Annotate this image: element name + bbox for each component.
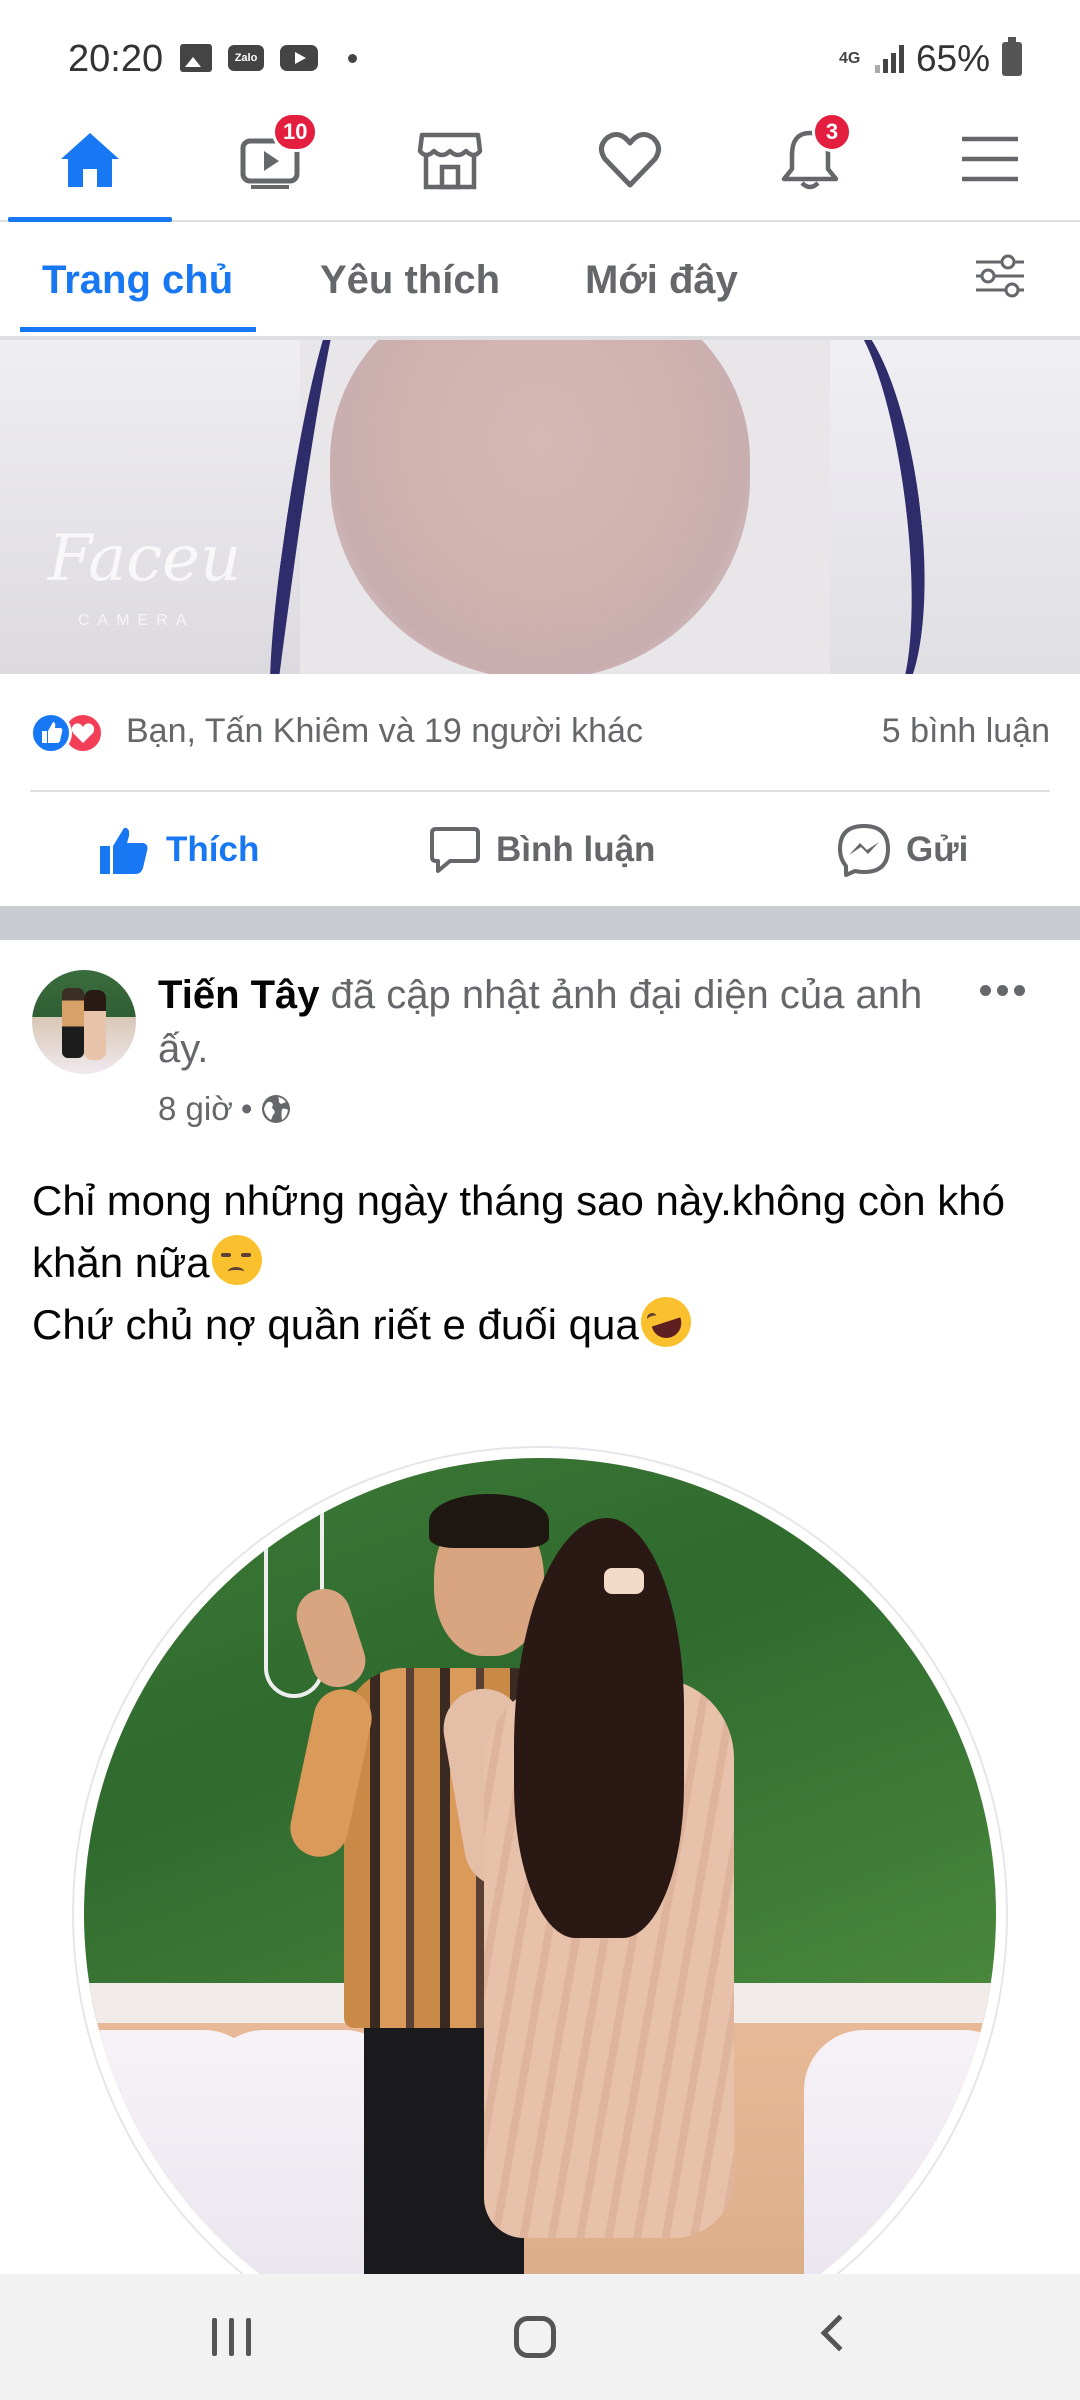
- post-body-line-2: Chứ chủ nợ quần riết e đuối qua: [32, 1301, 639, 1348]
- faceu-watermark-sub: CAMERA: [78, 612, 195, 629]
- system-nav-bar: [0, 2274, 1080, 2400]
- like-label: Thích: [166, 830, 260, 869]
- feed-separator: [0, 906, 1080, 940]
- home-button-icon[interactable]: [514, 2316, 556, 2358]
- home-icon: [61, 133, 119, 187]
- status-right: 4G 65%: [838, 37, 1022, 80]
- avatar-figure-woman: [84, 990, 106, 1060]
- post-body-line-1: Chỉ mong những ngày tháng sao này.không …: [32, 1177, 1006, 1286]
- avatar-figure-man: [62, 988, 84, 1058]
- notifications-badge: 3: [812, 112, 852, 152]
- post-meta: 8 giờ •: [158, 1090, 292, 1128]
- meta-separator: •: [240, 1090, 253, 1127]
- battery-icon: [1002, 37, 1022, 76]
- tab-home[interactable]: Trang chủ: [42, 258, 233, 303]
- recents-icon[interactable]: [212, 2318, 251, 2356]
- back-icon[interactable]: [820, 2314, 858, 2352]
- nav-watch[interactable]: 10: [180, 98, 360, 220]
- sad-face-emoji: [211, 1235, 262, 1285]
- nav-dating[interactable]: [540, 98, 720, 220]
- feed-tabs: Trang chủ Yêu thích Mới đây: [0, 222, 1080, 340]
- like-button[interactable]: Thích: [96, 818, 259, 882]
- network-type: 4G: [838, 50, 861, 67]
- nav-menu[interactable]: [900, 98, 1080, 220]
- reactions-text: Bạn, Tấn Khiêm và 19 người khác: [126, 712, 643, 750]
- more-notifications-dot-icon: [348, 53, 357, 63]
- messenger-icon: [838, 824, 890, 877]
- status-time: 20:20: [68, 38, 164, 80]
- store-icon: [417, 132, 483, 190]
- faceu-watermark: Faceu: [48, 522, 242, 596]
- post-actions: Thích Bình luận Gửi: [0, 800, 1080, 900]
- avatar[interactable]: [32, 970, 136, 1074]
- comment-button[interactable]: Bình luận: [428, 818, 655, 882]
- watch-badge: 10: [272, 112, 319, 152]
- post-time[interactable]: 8 giờ: [158, 1090, 233, 1128]
- previous-post-photo[interactable]: Faceu CAMERA: [0, 340, 1080, 674]
- photo-hair-clip: [604, 1568, 644, 1594]
- post-header: Tiến Tây đã cập nhật ảnh đại diện của an…: [158, 968, 948, 1076]
- like-reaction-icon: [30, 712, 72, 754]
- tab-favorites[interactable]: Yêu thích: [320, 258, 500, 303]
- gallery-icon: [180, 44, 212, 72]
- comment-icon: [430, 827, 480, 873]
- reactions-summary[interactable]: Bạn, Tấn Khiêm và 19 người khác 5 bình l…: [30, 704, 1050, 760]
- comments-count[interactable]: 5 bình luận: [882, 712, 1050, 751]
- tab-recent[interactable]: Mới đây: [585, 258, 738, 303]
- photo-skin: [330, 340, 750, 674]
- main-nav: 10 3: [0, 98, 1080, 222]
- zalo-icon: Zalo: [228, 45, 264, 71]
- nav-notifications[interactable]: 3: [720, 98, 900, 220]
- rolling-laughing-emoji: [634, 1290, 698, 1354]
- filter-icon[interactable]: [974, 254, 1026, 298]
- nav-marketplace[interactable]: [360, 98, 540, 220]
- notification-icons: Zalo: [180, 44, 357, 72]
- photo-man-hair: [429, 1494, 549, 1548]
- hamburger-icon: [962, 136, 1018, 182]
- post-author[interactable]: Tiến Tây: [158, 973, 320, 1017]
- battery-percent: 65%: [915, 38, 990, 79]
- heart-icon: [599, 131, 661, 188]
- post-body: Chỉ mong những ngày tháng sao này.không …: [32, 1170, 1052, 1356]
- comment-label: Bình luận: [496, 830, 656, 869]
- thumbs-up-icon: [100, 827, 148, 874]
- profile-picture-photo[interactable]: [74, 1448, 1006, 2380]
- send-button[interactable]: Gửi: [836, 818, 968, 882]
- more-options-icon[interactable]: [972, 970, 1032, 1010]
- signal-icon: [874, 45, 904, 73]
- divider: [30, 790, 1050, 792]
- send-label: Gửi: [906, 830, 969, 869]
- youtube-icon: [280, 45, 318, 71]
- nav-home[interactable]: [0, 98, 180, 222]
- active-tab-indicator: [20, 327, 256, 332]
- globe-icon: [262, 1095, 291, 1123]
